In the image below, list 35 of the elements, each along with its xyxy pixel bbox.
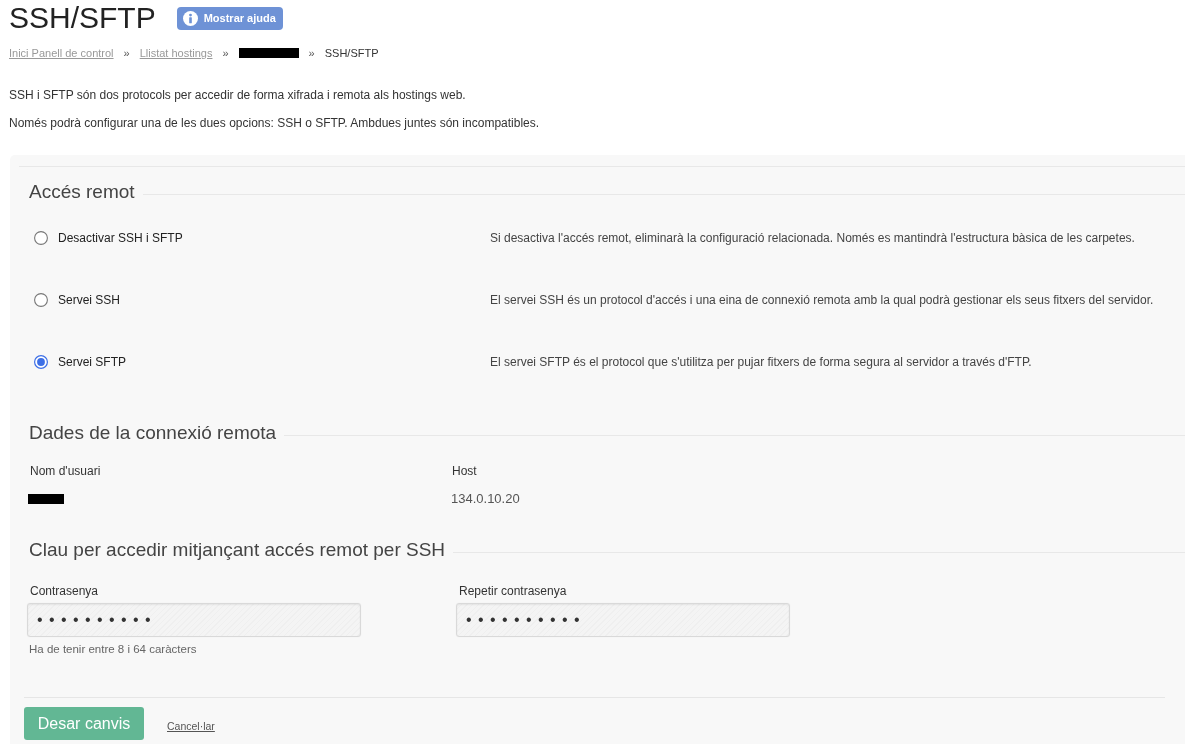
- section-title: Accés remot: [29, 180, 135, 204]
- option-description: El servei SSH és un protocol d'accés i una eina de connexió remota amb la qual podrà gestionar els seus fitxers del servidor.: [490, 293, 1154, 307]
- option-description: El servei SFTP és el protocol que s'utilitza per pujar fitxers de forma segura al servidor a través d'FTP.: [490, 355, 1032, 369]
- info-icon: [182, 10, 198, 26]
- help-button[interactable]: Mostrar ajuda: [176, 6, 283, 30]
- cancel-link[interactable]: Cancel·lar: [167, 719, 215, 732]
- section-title: Clau per accedir mitjançant accés remot per SSH: [29, 538, 446, 562]
- breadcrumb-link[interactable]: Llistat hostings: [139, 47, 213, 59]
- field-label: Contrasenya: [29, 583, 99, 599]
- field-hint: Ha de tenir entre 8 i 64 caràcters: [28, 642, 197, 656]
- option-label: Servei SFTP: [58, 355, 126, 369]
- option-description: Si desactiva l'accés remot, eliminarà la configuració relacionada. Només es mantindrà l'estructura bàsica de les carpetes.: [490, 231, 1135, 245]
- breadcrumb-separator: »: [222, 47, 229, 59]
- save-button[interactable]: Desar canvis: [24, 707, 144, 740]
- breadcrumb-link[interactable]: Inici Panell de control: [9, 47, 114, 59]
- radio-button[interactable]: [34, 231, 48, 245]
- page-title: SSH/SFTP: [9, 0, 156, 36]
- option-label: Desactivar SSH i SFTP: [58, 231, 183, 245]
- field-value: 134.0.10.20: [451, 491, 520, 507]
- field-label: Repetir contrasenya: [458, 583, 567, 599]
- radio-button[interactable]: [34, 293, 48, 307]
- intro-paragraph: Només podrà configurar una de les dues opcions: SSH o SFTP. Ambdues juntes són incompatibles.: [9, 115, 540, 131]
- breadcrumb-current: SSH/SFTP: [324, 47, 379, 59]
- section-title: Dades de la connexió remota: [29, 421, 277, 445]
- password-field[interactable]: ••••••••••: [27, 603, 361, 637]
- redaction-bar: [28, 494, 64, 504]
- field-label: Host: [451, 463, 477, 479]
- redaction-bar: [238, 48, 299, 58]
- field-label: Nom d'usuari: [29, 463, 101, 479]
- breadcrumb-separator: »: [308, 47, 315, 59]
- breadcrumb-separator: »: [123, 47, 130, 59]
- intro-paragraph: SSH i SFTP són dos protocols per accedir de forma xifrada i remota als hostings web.: [9, 87, 466, 103]
- option-label: Servei SSH: [58, 293, 121, 307]
- radio-button[interactable]: [34, 355, 48, 369]
- password-field[interactable]: ••••••••••: [456, 603, 790, 637]
